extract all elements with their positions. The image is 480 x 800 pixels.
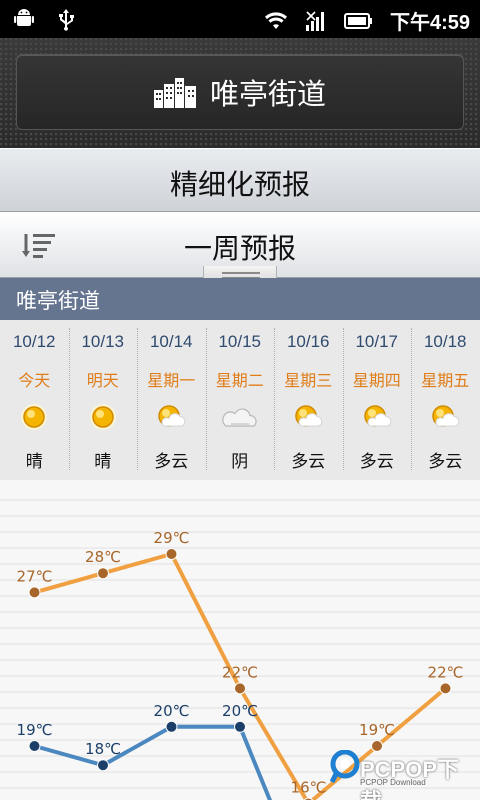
data-point	[234, 720, 246, 733]
forecast-day[interactable]: 10/17 星期四 多云	[342, 320, 412, 480]
watermark-text: PCPOP下载	[360, 757, 460, 800]
forecast-date: 10/17	[355, 332, 399, 351]
forecast-date: 10/13	[81, 332, 125, 351]
data-point	[28, 586, 41, 599]
city-strip-name: 唯亭街道	[16, 289, 100, 313]
forecast-day[interactable]: 10/14 星期一 多云	[137, 320, 206, 480]
forecast-dayname: 星期二	[215, 371, 264, 390]
status-bar: 下午4:59	[0, 0, 480, 38]
forecast-condition: 多云	[428, 452, 463, 472]
watermark: PCPOP下载 PCPOP Download	[330, 748, 476, 800]
forecast-day[interactable]: 10/15 星期二 阴	[205, 320, 275, 480]
data-label: 20℃	[154, 702, 190, 720]
data-label: 18℃	[85, 740, 121, 758]
week-forecast-label: 一周预报	[183, 232, 296, 265]
data-label: 29℃	[154, 529, 190, 547]
city-buildings-icon	[153, 78, 196, 108]
header-city-title: 唯亭街道	[209, 77, 326, 111]
signal-icon	[305, 10, 324, 31]
data-point	[439, 682, 452, 695]
data-label: 19℃	[17, 721, 53, 739]
forecast-dayname: 星期一	[147, 371, 196, 390]
forecast-day[interactable]: 10/12 今天 晴	[0, 320, 69, 480]
city-title-box[interactable]: 唯亭街道	[16, 54, 464, 130]
forecast-date: 10/16	[286, 332, 330, 351]
partly-cloudy-icon	[158, 405, 186, 427]
battery-icon	[343, 12, 372, 29]
wifi-icon	[264, 11, 287, 29]
series-line	[33, 724, 273, 800]
forecast-dayname: 星期三	[284, 371, 333, 390]
city-strip: 唯亭街道	[0, 278, 480, 320]
forecast-day[interactable]: 10/16 星期三 多云	[274, 320, 343, 480]
forecast-dayname: 明天	[86, 371, 119, 390]
data-label: 16℃	[291, 779, 327, 797]
status-time: 下午4:59	[389, 12, 470, 34]
forecast-condition: 晴	[94, 452, 112, 472]
forecast-date: 10/14	[149, 332, 193, 351]
forecast-dayname: 星期四	[352, 371, 401, 390]
temperature-chart: 27℃ 28℃ 29℃ 22℃ 16℃ 19℃ 22℃ 19℃ 18℃ 20℃ 20℃ PCPOP下…	[0, 480, 480, 800]
forecast-date: 10/15	[218, 332, 262, 351]
usb-icon	[59, 9, 74, 31]
data-label: 28℃	[85, 548, 121, 566]
partly-cloudy-icon	[432, 405, 460, 427]
chart-gridlines	[0, 499, 480, 789]
watermark-subtext: PCPOP Download	[360, 778, 426, 787]
sun-icon	[21, 404, 48, 430]
forecast-condition: 多云	[359, 452, 394, 472]
app-header: 唯亭街道	[0, 38, 480, 148]
forecast-date: 10/18	[423, 332, 467, 351]
fine-forecast-label: 精细化预报	[169, 168, 310, 201]
data-label: 20℃	[222, 702, 258, 720]
forecast-day[interactable]: 10/13 明天 晴	[68, 320, 138, 480]
data-point	[234, 682, 246, 695]
data-point	[28, 740, 41, 752]
data-point	[165, 720, 178, 733]
forecast-day[interactable]: 10/18 星期五 多云	[411, 320, 480, 480]
data-label: 22℃	[222, 663, 258, 681]
data-label: 22℃	[428, 663, 464, 681]
data-point	[97, 759, 109, 772]
cloud-icon	[221, 408, 257, 427]
forecast-condition: 多云	[154, 452, 189, 472]
forecast-date: 10/12	[12, 332, 56, 351]
forecast-condition: 多云	[291, 452, 326, 472]
partly-cloudy-icon	[364, 405, 392, 427]
data-point	[165, 548, 178, 560]
forecast-dayname: 星期五	[421, 371, 470, 390]
data-label: 19℃	[359, 721, 395, 739]
pcpop-logo-icon	[330, 750, 360, 784]
data-label: 27℃	[17, 567, 53, 585]
forecast-condition: 阴	[231, 452, 249, 472]
android-icon	[14, 9, 34, 26]
sun-icon	[89, 404, 116, 430]
forecast-dayname: 今天	[18, 371, 51, 390]
weekly-forecast: 10/12 今天 晴 10/13 明天 晴 10/14 星期一 多云 10/15…	[0, 320, 480, 480]
fine-forecast-bar[interactable]: 精细化预报	[0, 148, 480, 212]
partly-cloudy-icon	[295, 405, 323, 427]
forecast-condition: 晴	[25, 452, 43, 472]
data-point	[97, 567, 109, 580]
